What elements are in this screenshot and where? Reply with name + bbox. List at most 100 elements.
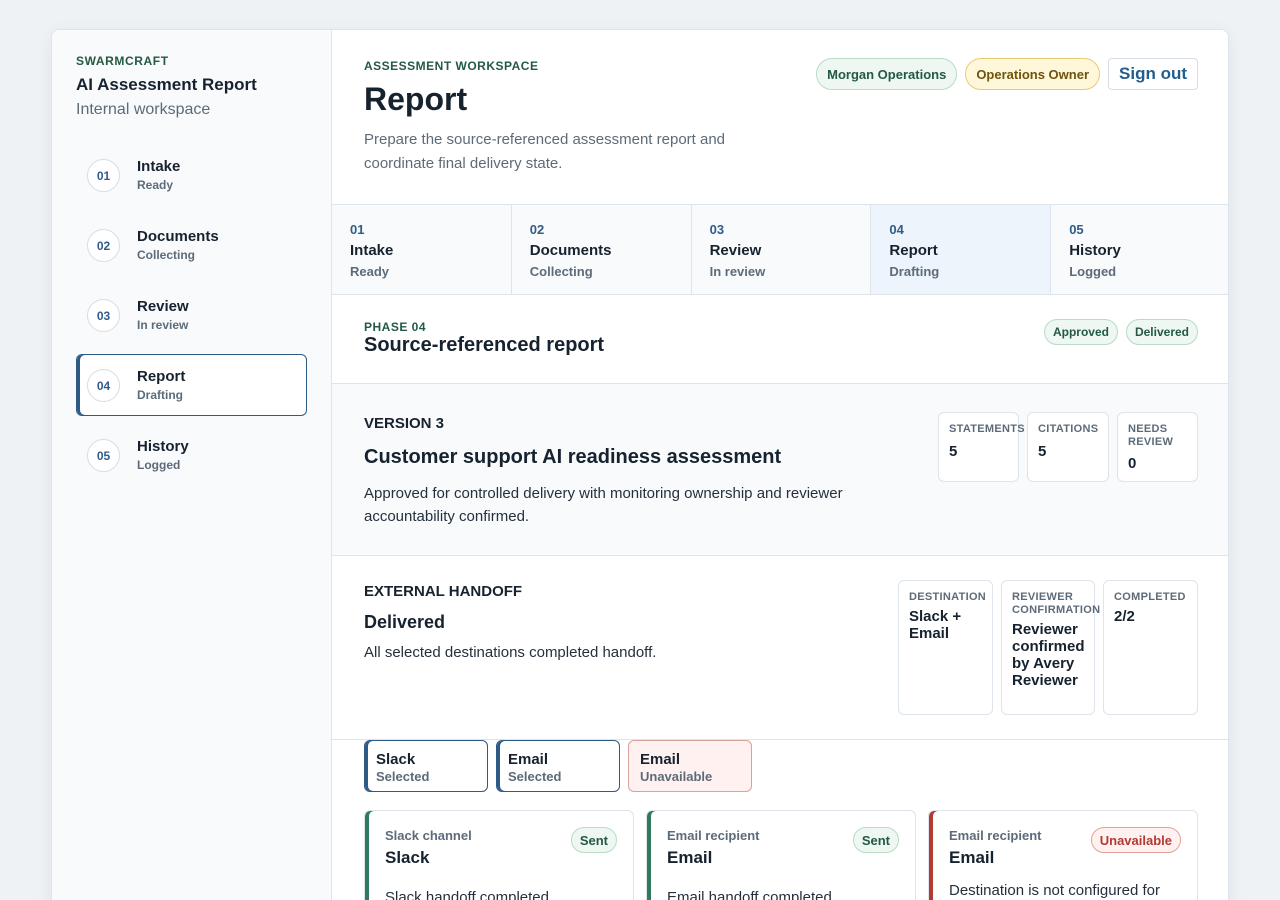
handoff-metrics: DESTINATION Slack + Email REVIEWER CONFI… (898, 580, 1198, 715)
header-actions: Morgan Operations Operations Owner Sign … (816, 58, 1198, 90)
metric-value: Reviewer confirmed by Avery Reviewer (1012, 621, 1085, 689)
step-number: 04 (87, 369, 120, 402)
sidebar-item-label: History (137, 438, 189, 455)
app-shell: SWARMCRAFT AI Assessment Report Internal… (51, 29, 1229, 900)
destination-chip-email[interactable]: Email Selected (496, 740, 620, 792)
sidebar-item-status: Collecting (137, 248, 196, 262)
handoff-description: All selected destinations completed hand… (364, 644, 657, 661)
sidebar-item-report[interactable]: 04 Report Drafting (76, 354, 307, 416)
approved-badge: Approved (1043, 319, 1118, 345)
destination-chip-email-unavailable[interactable]: Email Unavailable (628, 740, 752, 792)
report-summary: Approved for controlled delivery with mo… (364, 485, 843, 525)
sidebar-item-status: Drafting (137, 388, 183, 402)
chip-label: Slack (376, 751, 416, 768)
metric-label: CITATIONS (1038, 423, 1099, 435)
step-number: 01 (87, 159, 120, 192)
page-description: Prepare the source-referenced assessment… (364, 131, 726, 172)
role-badge: Operations Owner (965, 58, 1101, 90)
metric-value: 5 (1038, 443, 1047, 460)
step-number: 05 (87, 439, 120, 472)
phase-eyebrow: PHASE 04 (364, 320, 427, 334)
tab-label: Intake (350, 242, 394, 259)
metric-label: DESTINATION (909, 591, 987, 603)
metric-label-line: REVIEWER (1012, 591, 1074, 603)
card-title: Email (667, 848, 713, 867)
metric-label: REVIEWER CONFIRMATION (1012, 591, 1100, 617)
tab-status: Ready (350, 264, 390, 279)
sidebar: SWARMCRAFT AI Assessment Report Internal… (52, 30, 332, 900)
tab-report[interactable]: 04 Report Drafting (871, 205, 1052, 294)
user-badge: Morgan Operations (816, 58, 958, 90)
brand-name: SWARMCRAFT (76, 54, 169, 68)
step-number: 02 (87, 229, 120, 262)
citations-metric: CITATIONS 5 (1027, 412, 1109, 482)
chip-label: Email (640, 751, 681, 768)
handoff-state: Delivered (364, 612, 446, 632)
sidebar-item-documents[interactable]: 02 Documents Collecting (76, 214, 307, 276)
report-title: Customer support AI readiness assessment (364, 446, 782, 468)
sidebar-item-label: Review (137, 298, 189, 315)
sent-badge: Sent (852, 827, 899, 853)
metric-label-line: CONFIRMATION (1012, 604, 1101, 616)
card-title: Email (949, 848, 995, 867)
metric-value: Slack + Email (909, 608, 962, 642)
delivery-cards: Slack channel Slack Sent Slack handoff c… (364, 810, 1198, 900)
tab-label: Report (889, 242, 938, 259)
unavailable-badge: Unavailable (1090, 827, 1181, 853)
tab-number: 01 (350, 222, 365, 237)
reviewer-confirmation-metric: REVIEWER CONFIRMATION Reviewer confirmed… (1001, 580, 1100, 715)
step-number: 03 (87, 299, 120, 332)
sidebar-nav: 01 Intake Ready 02 Documents Collecting … (76, 144, 307, 494)
destination-metric: DESTINATION Slack + Email (898, 580, 993, 715)
metric-label: STATEMENTS (949, 423, 1025, 435)
app-subtitle: Internal workspace (76, 101, 211, 118)
sidebar-item-label: Report (137, 368, 186, 385)
card-kind: Email recipient (667, 828, 760, 843)
sidebar-item-intake[interactable]: 01 Intake Ready (76, 144, 307, 206)
tab-label: History (1069, 242, 1121, 259)
sidebar-item-review[interactable]: 03 Review In review (76, 284, 307, 346)
sent-badge: Sent (570, 827, 617, 853)
statements-metric: STATEMENTS 5 (938, 412, 1025, 482)
metric-value: 2/2 (1114, 608, 1135, 625)
chip-status: Selected (376, 769, 430, 784)
destination-chip-slack[interactable]: Slack Selected (364, 740, 488, 792)
tab-number: 04 (889, 222, 904, 237)
main-content: ASSESSMENT WORKSPACE Report Prepare the … (332, 30, 1228, 900)
tab-number: 05 (1069, 222, 1084, 237)
delivered-badge: Delivered (1125, 319, 1198, 345)
tab-intake[interactable]: 01 Intake Ready (332, 205, 512, 294)
sidebar-item-status: Ready (137, 178, 174, 192)
tab-status: Logged (1069, 264, 1117, 279)
external-handoff-panel: EXTERNAL HANDOFF Delivered All selected … (332, 556, 1228, 740)
phase-tabs: 01 Intake Ready 02 Documents Collecting … (332, 204, 1228, 295)
delivery-card-slack: Slack channel Slack Sent Slack handoff c… (364, 810, 634, 900)
page-title: Report (364, 81, 468, 117)
card-kind: Slack channel (385, 828, 472, 843)
metric-value: 0 (1128, 455, 1137, 472)
tab-status: In review (709, 264, 766, 279)
phase-title: Source-referenced report (364, 334, 605, 356)
chip-status: Selected (508, 769, 562, 784)
tab-label: Review (709, 242, 762, 259)
tab-status: Collecting (529, 264, 593, 279)
sidebar-item-history[interactable]: 05 History Logged (76, 424, 307, 486)
sidebar-item-label: Documents (137, 228, 219, 245)
tab-review[interactable]: 03 Review In review (692, 205, 872, 294)
completed-metric: COMPLETED 2/2 (1103, 580, 1198, 715)
page-eyebrow: ASSESSMENT WORKSPACE (364, 59, 539, 73)
metric-label: COMPLETED (1114, 591, 1186, 603)
chip-status: Unavailable (640, 769, 713, 784)
sidebar-item-status: Logged (137, 458, 181, 472)
tab-documents[interactable]: 02 Documents Collecting (512, 205, 692, 294)
handoff-label: EXTERNAL HANDOFF (364, 583, 523, 600)
destination-selector: Slack Selected Email Selected Email Unav… (364, 740, 752, 792)
sign-out-button[interactable]: Sign out (1108, 58, 1198, 90)
metric-label: NEEDS REVIEW (1128, 423, 1174, 448)
app-title: AI Assessment Report (76, 75, 257, 94)
tab-history[interactable]: 05 History Logged (1051, 205, 1228, 294)
phase-badges: Approved Delivered (1043, 319, 1198, 345)
card-description: Email handoff completed. (667, 889, 836, 900)
report-metrics: STATEMENTS 5 CITATIONS 5 NEEDS REVIEW 0 (938, 412, 1198, 482)
version-panel: VERSION 3 Customer support AI readiness … (332, 384, 1228, 556)
